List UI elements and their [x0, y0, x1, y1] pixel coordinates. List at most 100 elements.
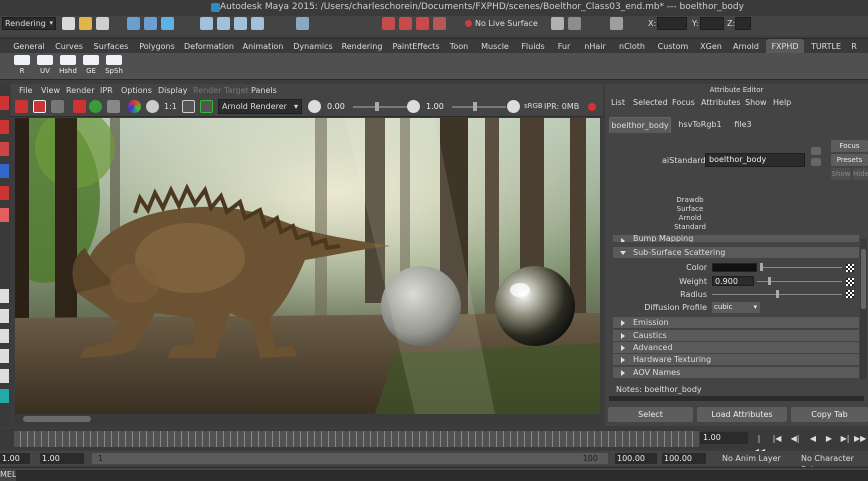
ipr-stop-icon[interactable] [588, 103, 596, 111]
shelf-tab-turtle[interactable]: TURTLE [808, 39, 844, 54]
sss-color-slider[interactable] [760, 267, 842, 268]
render-region-icon[interactable] [33, 100, 46, 113]
save-scene-icon[interactable] [96, 17, 109, 30]
range-bar[interactable]: 1 100 [92, 453, 608, 464]
shelf-tab-fxphd[interactable]: FXPHD [766, 39, 804, 54]
render-settings-icon[interactable] [416, 17, 429, 30]
y-field[interactable] [700, 17, 724, 30]
keep-image-icon[interactable] [107, 100, 120, 113]
sss-color-swatch[interactable] [712, 263, 757, 272]
step-forward-frame-button[interactable]: ▶| [838, 432, 852, 445]
animation-start-field[interactable]: 1.00 [0, 453, 30, 464]
load-attributes-button[interactable]: Load Attributes [697, 407, 787, 422]
menu-render-target[interactable]: Render Target [193, 84, 249, 97]
section-hardware-texturing[interactable]: Hardware Texturing [613, 354, 859, 365]
frame-region-icon[interactable] [200, 100, 213, 113]
rotate-tool-icon[interactable] [0, 186, 9, 200]
x-field[interactable] [657, 17, 687, 30]
time-slider-track[interactable] [14, 431, 699, 447]
shelf-tab-ncloth[interactable]: nCloth [615, 39, 649, 54]
section-aov-names[interactable]: AOV Names [613, 367, 859, 378]
show-button[interactable]: Show [831, 168, 851, 180]
z-field[interactable] [735, 17, 751, 30]
command-input[interactable] [16, 470, 868, 481]
scrollbar-thumb[interactable] [23, 416, 91, 422]
shelf-tab-xgen[interactable]: XGen [697, 39, 725, 54]
shelf-tab-polygons[interactable]: Polygons [136, 39, 178, 54]
fit-frame-icon[interactable] [182, 100, 195, 113]
snap-plane-icon[interactable] [251, 17, 264, 30]
step-back-key-button[interactable]: |◀ [770, 432, 784, 445]
gamma-slider-knob[interactable] [473, 102, 477, 111]
shelf-tab-deformation[interactable]: Deformation [183, 39, 235, 54]
snap-curve-icon[interactable] [217, 17, 230, 30]
shelf-tab-arnold[interactable]: Arnold [730, 39, 762, 54]
ae-tab-file3[interactable]: file3 [728, 117, 758, 133]
ae-menu-help[interactable]: Help [773, 96, 791, 110]
shelf-tab-fluids[interactable]: Fluids [518, 39, 548, 54]
ipr-icon[interactable] [73, 100, 86, 113]
sss-weight-slider-knob[interactable] [768, 277, 771, 285]
snap-grid-icon[interactable] [200, 17, 213, 30]
select-tool-icon[interactable] [0, 96, 9, 110]
select-component-icon[interactable] [161, 17, 174, 30]
shelf-tab-curves[interactable]: Curves [53, 39, 85, 54]
new-scene-icon[interactable] [62, 17, 75, 30]
anim-layer-dropdown[interactable]: No Anim Layer [722, 453, 781, 464]
sss-weight-map-icon[interactable] [846, 278, 854, 286]
playback-end-field[interactable]: 100.00 [615, 453, 657, 464]
refresh-ipr-icon[interactable] [89, 100, 102, 113]
paint-select-icon[interactable] [0, 142, 9, 156]
renderer-dropdown[interactable]: Arnold Renderer ▾ [218, 99, 302, 114]
menu-render[interactable]: Render [66, 84, 94, 97]
section-emission[interactable]: Emission [613, 317, 859, 328]
node-name-field[interactable]: boelthor_body [705, 153, 805, 167]
section-caustics[interactable]: Caustics [613, 330, 859, 341]
sss-color-slider-knob[interactable] [760, 263, 763, 271]
exposure-slider[interactable] [353, 106, 409, 108]
shelf-tab-muscle[interactable]: Muscle [477, 39, 513, 54]
exposure-slider-knob[interactable] [375, 102, 379, 111]
view-transform-icon[interactable] [507, 100, 520, 113]
shelf-tab-r[interactable]: R [848, 39, 860, 54]
alpha-channel-icon[interactable] [146, 100, 159, 113]
move-tool-icon[interactable] [0, 164, 9, 178]
play-forward-button[interactable]: ▶ [822, 432, 836, 445]
snap-point-icon[interactable] [234, 17, 247, 30]
section-bump-mapping[interactable]: Bump Mapping [613, 235, 859, 242]
sss-weight-field[interactable]: 0.900 [712, 276, 754, 286]
shelf-button-spsh[interactable]: SpSh [104, 55, 124, 79]
playback-start-field[interactable]: 1.00 [40, 453, 84, 464]
modeling-toolkit-icon[interactable] [551, 17, 564, 30]
redo-render-icon[interactable] [15, 100, 28, 113]
animation-end-field[interactable]: 100.00 [662, 453, 706, 464]
shelf-tab-nhair[interactable]: nHair [580, 39, 610, 54]
gamma-icon[interactable] [407, 100, 420, 113]
render-view-scrollbar[interactable] [15, 414, 600, 424]
command-language-label[interactable]: MEL [0, 469, 16, 481]
shelf-button-r[interactable]: R [12, 55, 32, 79]
ae-menu-focus[interactable]: Focus [672, 96, 695, 110]
shelf-button-uv[interactable]: UV [35, 55, 55, 79]
absolute-transform-icon[interactable] [610, 17, 623, 30]
select-object-icon[interactable] [144, 17, 157, 30]
layout-hypershade-icon[interactable] [0, 389, 9, 403]
shelf-tab-animation[interactable]: Animation [240, 39, 286, 54]
sss-radius-slider-knob[interactable] [776, 290, 779, 298]
sss-color-map-icon[interactable] [846, 264, 854, 272]
section-advanced[interactable]: Advanced [613, 342, 859, 353]
ipr-render-icon[interactable] [399, 17, 412, 30]
ae-menu-attributes[interactable]: Attributes [701, 96, 741, 110]
scale-tool-icon[interactable] [0, 208, 9, 222]
section-sub-surface-scattering[interactable]: Sub-Surface Scattering [613, 247, 859, 258]
shelf-tab-rendering[interactable]: Rendering [339, 39, 385, 54]
layout-persp-outliner-icon[interactable] [0, 349, 9, 363]
menu-set-dropdown[interactable]: Rendering ▾ [2, 17, 56, 30]
hide-button[interactable]: Hide [853, 168, 868, 180]
render-frame-icon[interactable] [382, 17, 395, 30]
gamma-slider[interactable] [452, 106, 506, 108]
shelf-tab-custom[interactable]: Custom [654, 39, 692, 54]
step-back-frame-button[interactable]: ◀| [788, 432, 802, 445]
rgb-channels-icon[interactable] [128, 100, 141, 113]
transform-field-icon[interactable] [568, 17, 581, 30]
